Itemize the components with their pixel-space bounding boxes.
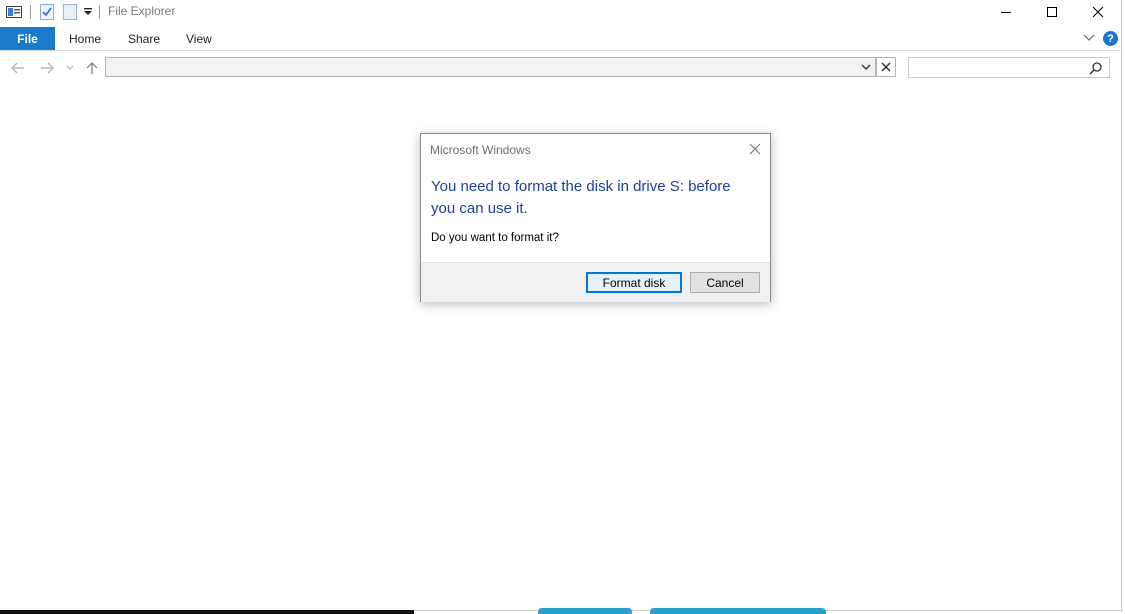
address-dropdown-icon[interactable]: [857, 58, 875, 76]
ribbon-tabs: File Home Share View ?: [0, 27, 1121, 51]
search-icon[interactable]: [1089, 61, 1103, 75]
checkmark-icon[interactable]: [40, 3, 54, 21]
new-folder-icon[interactable]: [63, 3, 77, 21]
minimize-icon[interactable]: [983, 0, 1029, 24]
maximize-icon[interactable]: [1029, 0, 1075, 24]
format-disk-dialog: Microsoft Windows You need to format the…: [420, 133, 771, 302]
taskbar: [0, 610, 414, 614]
up-arrow-icon[interactable]: [83, 59, 101, 77]
help-icon[interactable]: ?: [1103, 31, 1118, 46]
dialog-close-icon[interactable]: [746, 140, 764, 158]
format-disk-button[interactable]: Format disk: [586, 272, 682, 293]
file-explorer-window: File Explorer File Home Share View ? Mic…: [0, 0, 1122, 611]
ribbon-collapse-icon[interactable]: [1083, 32, 1095, 44]
recent-dropdown-icon[interactable]: [64, 59, 76, 77]
window-title: File Explorer: [108, 4, 176, 18]
forward-arrow-icon[interactable]: [38, 59, 56, 77]
properties-icon[interactable]: [6, 3, 22, 21]
dialog-question: Do you want to format it?: [431, 232, 559, 244]
dropdown-icon[interactable]: [84, 3, 92, 21]
tab-file[interactable]: File: [0, 27, 55, 50]
cancel-button[interactable]: Cancel: [690, 272, 760, 293]
tab-home[interactable]: Home: [69, 27, 101, 50]
close-icon[interactable]: [1075, 0, 1121, 24]
dialog-title: Microsoft Windows: [430, 143, 531, 157]
back-arrow-icon[interactable]: [9, 59, 27, 77]
tab-share[interactable]: Share: [128, 27, 160, 50]
title-bar: File Explorer: [0, 0, 1121, 26]
taskbar-item[interactable]: [650, 608, 826, 614]
taskbar-item[interactable]: [538, 608, 632, 614]
dialog-main-line-1: You need to format the disk in drive S: …: [431, 178, 731, 195]
search-input[interactable]: [908, 57, 1110, 78]
dialog-main-line-2: you can use it.: [431, 200, 528, 217]
address-bar[interactable]: [105, 57, 876, 77]
separator: [30, 5, 31, 19]
address-clear-icon[interactable]: [876, 57, 896, 77]
dialog-footer: Format disk Cancel: [421, 262, 770, 302]
tab-view[interactable]: View: [186, 27, 212, 50]
separator: [99, 5, 100, 19]
dialog-main-instruction: You need to format the disk in drive S: …: [431, 176, 761, 220]
